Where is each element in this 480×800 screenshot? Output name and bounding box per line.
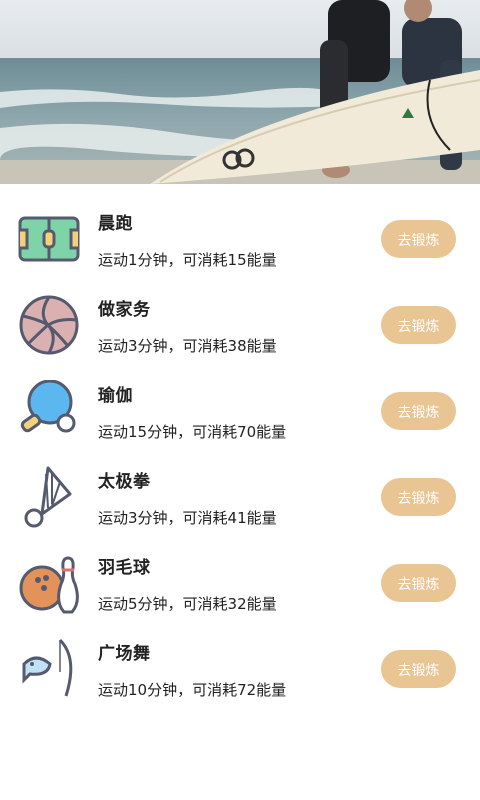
activity-description: 运动3分钟，可消耗38能量 <box>98 337 277 355</box>
activity-description: 运动3分钟，可消耗41能量 <box>98 509 277 527</box>
ping-pong-icon <box>18 380 80 442</box>
activity-description: 运动10分钟，可消耗72能量 <box>98 681 287 699</box>
hero-banner-image <box>0 0 480 184</box>
activity-row: 瑜伽 运动15分钟，可消耗70能量 去锻炼 <box>0 356 480 442</box>
activity-title: 晨跑 <box>98 214 133 234</box>
go-exercise-button[interactable]: 去锻炼 <box>381 392 456 430</box>
activity-row: 太极拳 运动3分钟，可消耗41能量 去锻炼 <box>0 442 480 528</box>
activity-title: 做家务 <box>98 300 151 320</box>
shuttlecock-icon <box>18 466 80 528</box>
activity-description: 运动1分钟，可消耗15能量 <box>98 251 277 269</box>
soccer-field-icon <box>18 208 80 270</box>
activity-list: 晨跑 运动1分钟，可消耗15能量 去锻炼 做家务 运动3分钟，可消耗38能量 去… <box>0 184 480 700</box>
activity-row: 晨跑 运动1分钟，可消耗15能量 去锻炼 <box>0 184 480 270</box>
activity-row: 羽毛球 运动5分钟，可消耗32能量 去锻炼 <box>0 528 480 614</box>
activity-description: 运动5分钟，可消耗32能量 <box>98 595 277 613</box>
go-exercise-button[interactable]: 去锻炼 <box>381 564 456 602</box>
activity-description: 运动15分钟，可消耗70能量 <box>98 423 287 441</box>
go-exercise-button[interactable]: 去锻炼 <box>381 220 456 258</box>
volleyball-icon <box>18 294 80 356</box>
activity-title: 瑜伽 <box>98 386 133 406</box>
go-exercise-button[interactable]: 去锻炼 <box>381 650 456 688</box>
go-exercise-button[interactable]: 去锻炼 <box>381 306 456 344</box>
bowling-icon <box>18 552 80 614</box>
activity-title: 广场舞 <box>98 644 151 664</box>
activity-title: 羽毛球 <box>98 558 151 578</box>
go-exercise-button[interactable]: 去锻炼 <box>381 478 456 516</box>
activity-title: 太极拳 <box>98 472 151 492</box>
activity-row: 做家务 运动3分钟，可消耗38能量 去锻炼 <box>0 270 480 356</box>
fishing-icon <box>18 638 80 700</box>
activity-row: 广场舞 运动10分钟，可消耗72能量 去锻炼 <box>0 614 480 700</box>
